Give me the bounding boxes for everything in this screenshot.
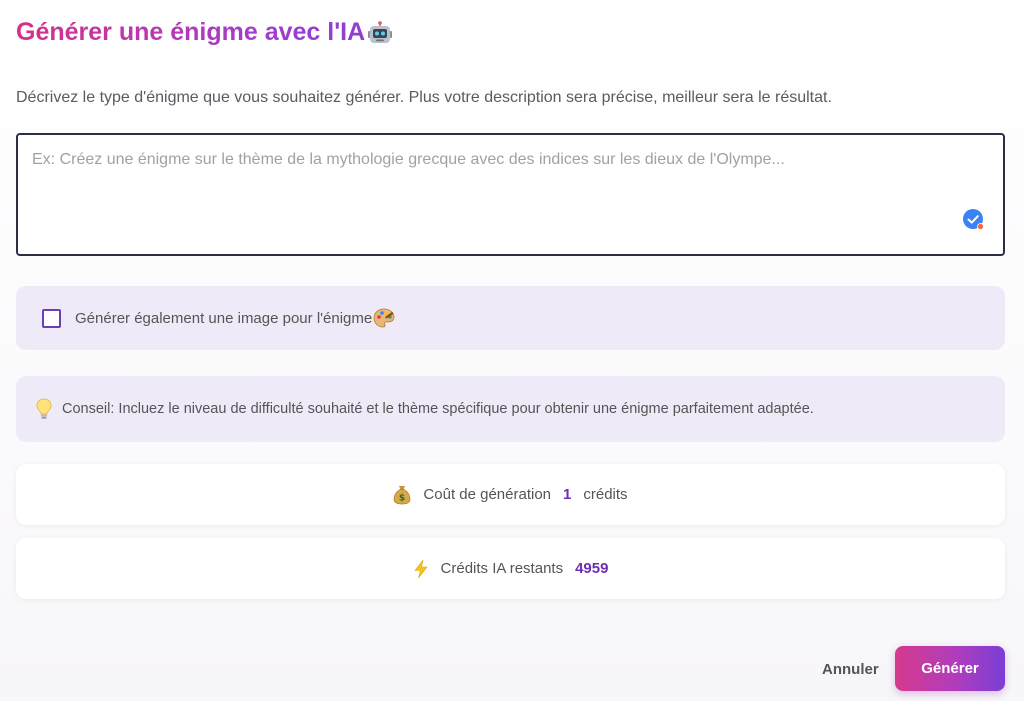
cancel-button[interactable]: Annuler (812, 652, 889, 686)
lightbulb-icon (36, 398, 52, 420)
riddle-prompt-input[interactable] (32, 151, 962, 241)
generation-cost-panel: $ Coût de génération 1 crédits (16, 464, 1005, 525)
generate-image-checkbox[interactable] (42, 308, 61, 328)
lightning-icon (413, 559, 429, 579)
image-option-panel: Générer également une image pour l'énigm… (16, 286, 1005, 350)
generation-cost-unit: crédits (583, 486, 628, 503)
money-bag-icon: $ (393, 485, 411, 505)
robot-icon (367, 20, 393, 45)
remaining-credits-label: Crédits IA restants (440, 560, 564, 577)
prompt-field-container (16, 133, 1005, 256)
remaining-credits-panel: Crédits IA restants 4959 (16, 538, 1005, 599)
palette-icon (373, 308, 395, 328)
dialog-description: Décrivez le type d'énigme que vous souha… (16, 89, 832, 106)
generation-cost-label: Coût de génération (423, 486, 552, 503)
generate-image-label-text: Générer également une image pour l'énigm… (75, 309, 373, 327)
generate-image-label[interactable]: Générer également une image pour l'énigm… (75, 308, 395, 328)
tip-panel: Conseil: Incluez le niveau de difficulté… (16, 376, 1005, 442)
generate-button[interactable]: Générer (895, 646, 1005, 691)
dialog-title: Générer une énigme avec l'IA (16, 18, 393, 47)
grammar-check-icon[interactable] (962, 208, 986, 232)
dialog-title-text: Générer une énigme avec l'IA (16, 18, 366, 46)
ai-riddle-dialog: Générer une énigme avec l'IA Décrivez le… (0, 0, 1024, 701)
remaining-credits-value: 4959 (575, 560, 609, 577)
svg-text:$: $ (399, 493, 405, 503)
tip-text: Conseil: Incluez le niveau de difficulté… (62, 401, 814, 417)
generation-cost-value: 1 (563, 486, 572, 503)
